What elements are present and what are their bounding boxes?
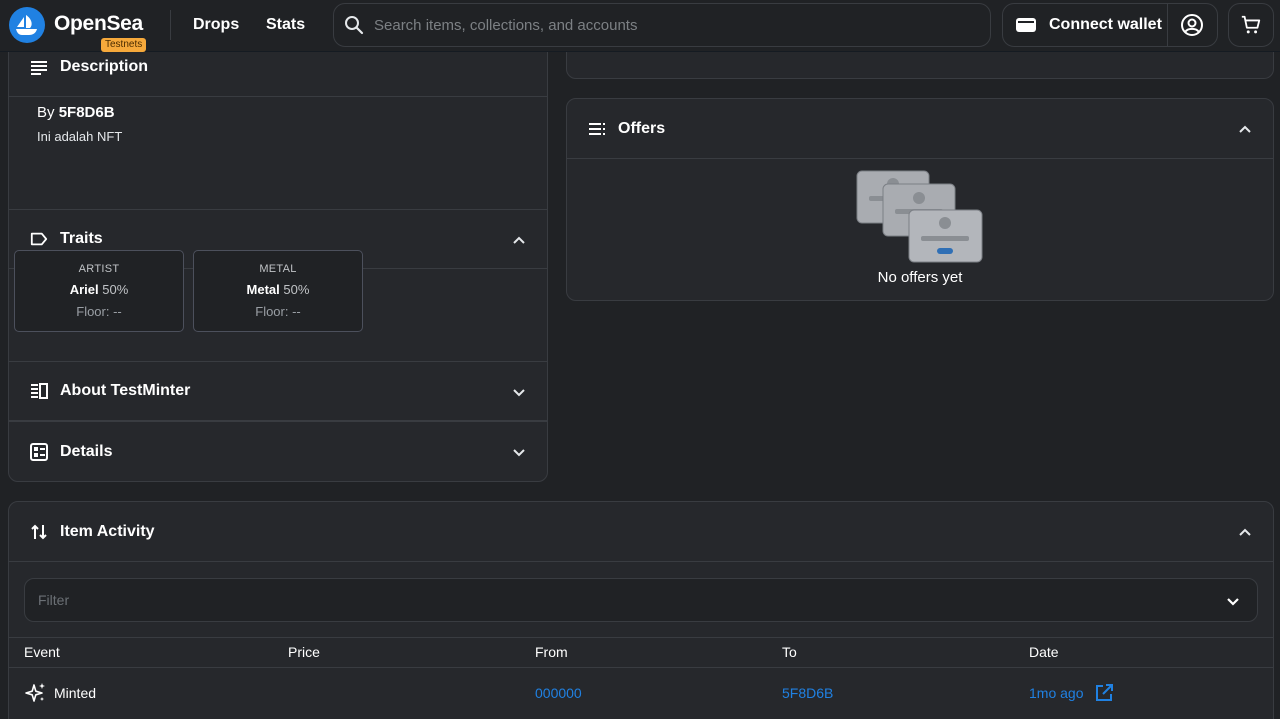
external-link-icon[interactable] (1095, 684, 1113, 702)
from-link[interactable]: 000000 (535, 685, 582, 701)
column-header-from: From (535, 644, 568, 660)
chevron-up-icon[interactable] (1237, 524, 1253, 540)
date-link[interactable]: 1mo ago (1029, 685, 1083, 701)
by-prefix: By (37, 104, 55, 121)
about-collection-icon (31, 383, 48, 399)
trait-type: ARTIST (78, 263, 120, 275)
nav-drops[interactable]: Drops (193, 16, 239, 34)
trait-type: METAL (259, 263, 297, 275)
no-offers-illustration-icon (856, 170, 983, 263)
offers-header[interactable]: Offers (567, 99, 1273, 159)
description-icon (31, 60, 47, 75)
column-header-price: Price (288, 644, 320, 660)
nav-stats[interactable]: Stats (266, 16, 305, 34)
column-header-to: To (782, 644, 797, 660)
trait-value: Ariel (69, 282, 99, 297)
trait-percent: 50% (102, 282, 129, 297)
item-activity-header[interactable]: Item Activity (9, 502, 1273, 562)
column-header-event: Event (24, 644, 60, 660)
chevron-down-icon (1227, 598, 1239, 606)
chevron-down-icon[interactable] (511, 444, 527, 460)
account-circle-icon (1181, 14, 1204, 36)
offers-list-icon (589, 122, 605, 135)
traits-title: Traits (60, 230, 103, 247)
connect-wallet-label: Connect wallet (1049, 16, 1162, 33)
chevron-up-icon[interactable] (511, 232, 527, 248)
trait-card-artist[interactable]: ARTIST Ariel 50% Floor: -- (14, 250, 184, 332)
table-divider (9, 637, 1273, 638)
sparkles-icon (25, 683, 45, 702)
opensea-logo-icon[interactable] (9, 7, 45, 43)
swap-vertical-icon (31, 524, 47, 539)
event-cell: Minted (54, 685, 97, 701)
about-header[interactable]: About TestMinter (9, 361, 547, 421)
trait-floor: Floor: -- (255, 304, 301, 319)
creator-line: By 5F8D6B (37, 104, 115, 121)
wallet-profile-group: Connect wallet (1002, 3, 1218, 47)
top-navbar: OpenSea Testnets Drops Stats Connect wal… (0, 0, 1280, 52)
item-details-panel: Description By 5F8D6B Ini adalah NFT Tra… (8, 36, 548, 482)
details-header[interactable]: Details (9, 421, 547, 481)
profile-button[interactable] (1168, 4, 1218, 46)
details-title: Details (60, 442, 113, 460)
testnets-badge: Testnets (101, 38, 147, 52)
offers-panel: Offers No offers yet (566, 98, 1274, 301)
item-activity-panel: Item Activity Filter Event Price From To… (8, 501, 1274, 719)
header-divider (170, 10, 171, 40)
search-icon (345, 16, 364, 35)
no-offers-text: No offers yet (877, 269, 963, 286)
trait-value: Metal (246, 282, 280, 297)
creator-link[interactable]: 5F8D6B (59, 104, 115, 121)
table-divider (9, 667, 1273, 668)
column-header-date: Date (1029, 644, 1059, 660)
trait-card-metal[interactable]: METAL Metal 50% Floor: -- (193, 250, 363, 332)
description-title: Description (60, 57, 149, 75)
filter-placeholder: Filter (38, 592, 70, 608)
details-icon (30, 442, 48, 461)
trait-floor: Floor: -- (76, 304, 122, 319)
description-text: Ini adalah NFT (37, 129, 123, 144)
brand-name[interactable]: OpenSea (54, 12, 143, 36)
trait-value-line: Ariel 50% (15, 282, 183, 297)
about-title: About TestMinter (60, 382, 191, 399)
offers-title: Offers (618, 119, 666, 137)
activity-filter-select[interactable]: Filter (24, 578, 1258, 622)
search-input[interactable] (374, 16, 974, 34)
to-link[interactable]: 5F8D6B (782, 685, 833, 701)
chevron-down-icon[interactable] (511, 384, 527, 400)
cart-button[interactable] (1228, 3, 1274, 47)
shopping-cart-icon (1241, 15, 1261, 34)
trait-value-line: Metal 50% (194, 282, 362, 297)
item-activity-title: Item Activity (60, 522, 155, 540)
chevron-up-icon[interactable] (1237, 121, 1253, 137)
tag-icon (30, 232, 48, 246)
connect-wallet-button[interactable]: Connect wallet (1003, 4, 1168, 46)
trait-percent: 50% (283, 282, 310, 297)
wallet-icon (1016, 18, 1036, 32)
search-bar[interactable] (333, 3, 991, 47)
